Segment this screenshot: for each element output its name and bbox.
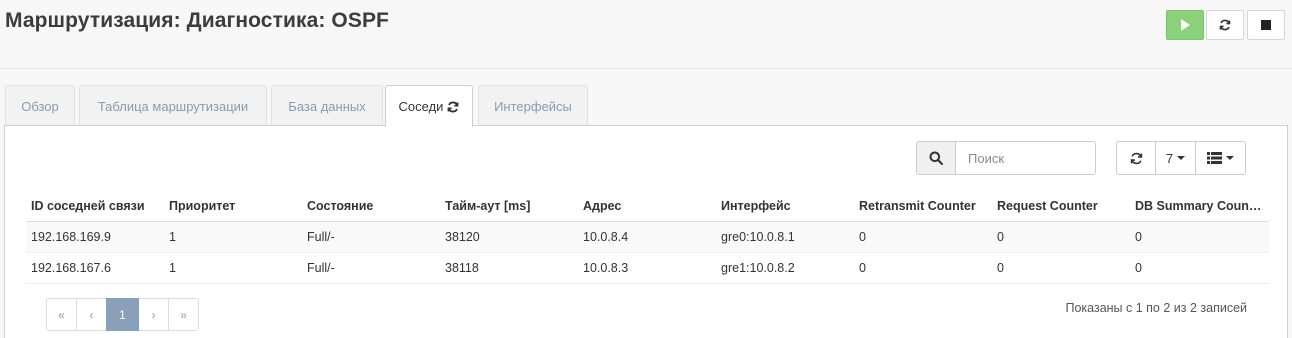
table-cell: 0: [854, 252, 992, 284]
table-cell: 0: [992, 252, 1130, 284]
column-header[interactable]: Request Counter: [992, 192, 1130, 222]
refresh-button[interactable]: [1116, 141, 1156, 175]
tab-interfaces[interactable]: Интерфейсы: [478, 85, 588, 126]
column-header[interactable]: Состояние: [302, 192, 440, 222]
table-row[interactable]: 192.168.167.6 1 Full/- 38118 10.0.8.3 gr…: [26, 252, 1269, 284]
column-header[interactable]: Retransmit Counter: [854, 192, 992, 222]
tab-routing-table[interactable]: Таблица маршрутизации: [79, 85, 267, 126]
table-row[interactable]: 192.168.169.9 1 Full/- 38120 10.0.8.4 gr…: [26, 221, 1269, 253]
columns-icon: [1207, 152, 1222, 164]
pagination: « ‹ 1 › »: [46, 298, 199, 331]
table-cell: 0: [854, 221, 992, 253]
search-group: [916, 141, 1096, 175]
table-cell: 0: [992, 221, 1130, 253]
table-cell: Full/-: [302, 221, 440, 253]
page-title: Маршрутизация: Диагностика: OSPF: [5, 9, 389, 32]
page-header: Маршрутизация: Диагностика: OSPF: [0, 0, 1292, 69]
table-header-row: ID соседней связи Приоритет Состояние Та…: [26, 192, 1269, 222]
page-size-value: 7: [1165, 150, 1174, 166]
tab-label: Интерфейсы: [494, 98, 572, 114]
table-cell: Full/-: [302, 252, 440, 284]
table-cell: 38118: [440, 252, 578, 284]
page-size-dropdown[interactable]: 7: [1155, 141, 1196, 175]
table-cell: 1: [164, 252, 302, 284]
table-cell: 1: [164, 221, 302, 253]
neighbors-table: ID соседней связи Приоритет Состояние Та…: [26, 192, 1269, 284]
table-cell: gre1:10.0.8.2: [716, 252, 854, 284]
next-page-button[interactable]: ›: [138, 298, 169, 331]
tab-label: Соседи: [398, 99, 444, 114]
play-icon: [1181, 19, 1190, 31]
reload-icon: [1219, 19, 1231, 31]
column-header[interactable]: Тайм-аут [ms]: [440, 192, 578, 222]
stop-button[interactable]: [1247, 10, 1285, 40]
columns-dropdown[interactable]: [1195, 141, 1246, 175]
tab-label: Таблица маршрутизации: [97, 98, 249, 114]
prev-page-button[interactable]: ‹: [76, 298, 107, 331]
refresh-icon: [1130, 152, 1142, 164]
search-button[interactable]: [916, 141, 956, 175]
table-cell: 10.0.8.3: [578, 252, 716, 284]
start-button[interactable]: [1166, 10, 1204, 40]
table-cell: 10.0.8.4: [578, 221, 716, 253]
column-header[interactable]: Приоритет: [164, 192, 302, 222]
tab-overview[interactable]: Обзор: [5, 85, 75, 126]
stop-icon: [1261, 20, 1271, 30]
table-cell: 0: [1130, 252, 1269, 284]
table-cell: 192.168.169.9: [26, 221, 164, 253]
table-cell: 0: [1130, 221, 1269, 253]
table-toolbar: 7: [1116, 141, 1246, 175]
tab-label: База данных: [288, 98, 366, 114]
tab-label: Обзор: [21, 98, 59, 114]
refresh-icon: [448, 101, 459, 112]
chevron-down-icon: [1177, 156, 1186, 160]
chevron-down-icon: [1226, 156, 1234, 160]
neighbors-panel: 7 ID соседней связи Приоритет Состояние …: [4, 125, 1288, 338]
table-cell: 192.168.167.6: [26, 252, 164, 284]
search-icon: [929, 151, 943, 165]
column-header[interactable]: Интерфейс: [716, 192, 854, 222]
restart-button[interactable]: [1206, 10, 1244, 40]
table-cell: gre0:10.0.8.1: [716, 221, 854, 253]
tab-database[interactable]: База данных: [271, 85, 383, 126]
search-input[interactable]: [956, 141, 1096, 175]
column-header[interactable]: Адрес: [578, 192, 716, 222]
tab-neighbors[interactable]: Соседи: [385, 85, 473, 127]
table-cell: 38120: [440, 221, 578, 253]
column-header[interactable]: DB Summary Counter: [1130, 192, 1269, 222]
column-header[interactable]: ID соседней связи: [26, 192, 164, 222]
last-page-button[interactable]: »: [168, 298, 199, 331]
records-info: Показаны с 1 по 2 из 2 записей: [1065, 301, 1247, 315]
page-1-button[interactable]: 1: [106, 298, 139, 331]
first-page-button[interactable]: «: [46, 298, 77, 331]
